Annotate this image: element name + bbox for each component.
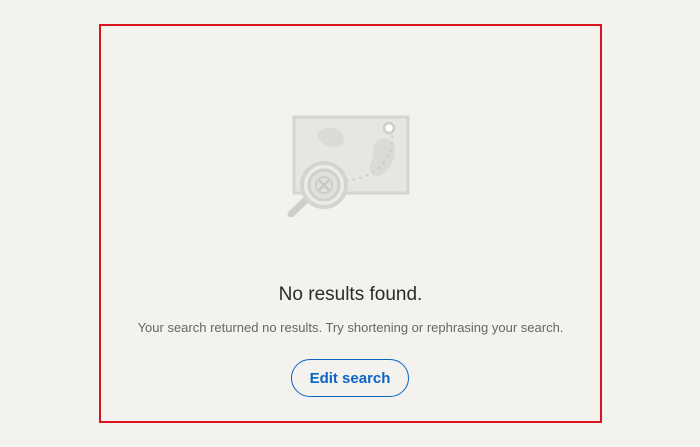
map-search-no-results-icon — [279, 115, 411, 218]
edit-search-button[interactable]: Edit search — [291, 359, 409, 397]
no-results-title: No results found. — [278, 284, 423, 305]
empty-results-panel: No results found. Your search returned n… — [99, 24, 602, 423]
no-results-message: Your search returned no results. Try sho… — [137, 320, 564, 335]
